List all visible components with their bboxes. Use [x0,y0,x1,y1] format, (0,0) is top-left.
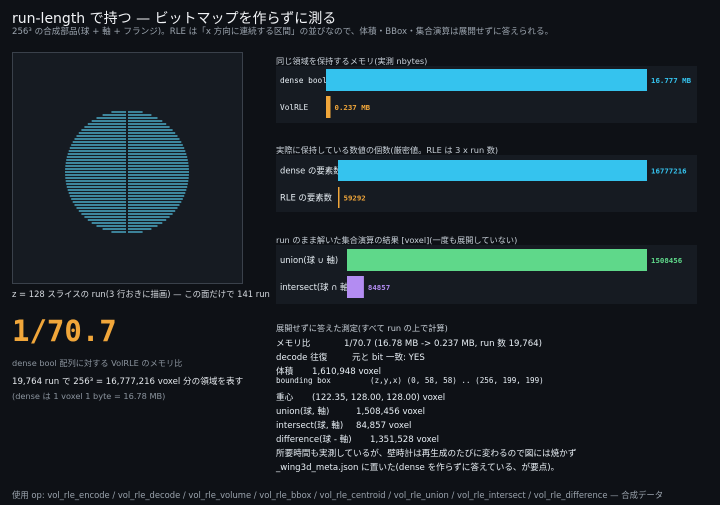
measurements-title: 展開せずに答えた測定(すべて run の上で計算) [276,323,448,333]
memory-chart-svg: dense bool 16.777 MB VolRLE 0.237 MB [280,69,692,118]
measurement-key: メモリ比 [276,339,311,349]
bar-value-label: 16.777 MB [651,76,692,85]
bar [326,96,331,118]
bar [338,187,340,208]
measurement-key: intersect(球, 軸) [276,421,344,431]
measurement-row: メモリ比 1/70.7 (16.78 MB -> 0.237 MB, run 数 … [276,337,542,349]
measurement-key: difference(球 - 軸) [276,435,352,445]
slice-run-view [12,52,243,284]
measurement-row: intersect(球, 軸) 84,857 voxel [276,419,411,431]
measurements-note: _wing3d_meta.json に置いた(dense を作らずに答えている、… [276,463,560,473]
measurement-key: union(球, 軸) [276,407,330,417]
memory-ratio-value: 1/70.7 [12,314,117,348]
measurements-note: 所要時間も実測しているが、壁時計は再生成のたびに変わるので図には焼かず [276,449,577,459]
measurement-key: decode 往復 [276,353,328,363]
bar-category-label: dense の要素数 [280,166,342,176]
footer-ops: 使用 op: vol_rle_encode / vol_rle_decode /… [12,490,664,500]
bar-category-label: intersect(球 ∩ 軸) [280,282,352,292]
measurement-row: union(球, 軸) 1,508,456 voxel [276,405,425,417]
set-ops-chart: union(球 ∪ 軸) 1508456 intersect(球 ∩ 軸) 84857 [276,245,697,304]
measurement-key: bounding box [276,376,331,385]
bar [347,249,647,271]
bar-category-label: RLE の要素数 [280,193,333,203]
memory-ratio-note: (dense は 1 voxel 1 byte = 16.78 MB) [12,391,166,401]
memory-ratio-detail: 19,764 run で 256³ = 16,777,216 voxel 分の領… [12,377,244,387]
memory-chart: dense bool 16.777 MB VolRLE 0.237 MB [276,66,697,123]
bar-category-label: VolRLE [280,103,308,112]
measurement-value: 1,351,528 voxel [370,435,440,445]
bar [326,69,647,91]
measurement-row: 重心 (122.35, 128.00, 128.00) voxel [276,391,445,403]
measurement-row: decode 往復 元と bit 一致: YES [276,351,425,363]
set-ops-chart-svg: union(球 ∪ 軸) 1508456 intersect(球 ∩ 軸) 84857 [280,249,683,298]
page-subtitle: 256³ の合成部品(球 + 軸 + フランジ)。RLE は「x 方向に連続する… [12,27,554,37]
bar-category-label: dense bool [280,76,327,85]
measurement-value: 1/70.7 (16.78 MB -> 0.237 MB, run 数 19,7… [344,339,543,349]
slice-caption: z = 128 スライスの run(3 行おきに描画) — この面だけで 141… [12,289,270,299]
measurement-row: difference(球 - 軸) 1,351,528 voxel [276,433,439,445]
element-count-chart: dense の要素数 16777216 RLE の要素数 59292 [276,155,697,212]
measurement-value: (122.35, 128.00, 128.00) voxel [312,393,446,403]
bar-value-label: 0.237 MB [335,103,371,112]
bar [347,276,364,298]
slice-run-plot [65,111,189,233]
bar-value-label: 59292 [344,194,366,203]
measurement-value: (z,y,x) (0, 58, 58) .. (256, 199, 199) [370,376,544,385]
element-count-chart-svg: dense の要素数 16777216 RLE の要素数 59292 [280,160,687,208]
measurement-key: 重心 [276,393,294,403]
measurement-value: 1,508,456 voxel [356,407,426,417]
bar-value-label: 1508456 [651,256,683,265]
bar [338,160,647,181]
measurement-row: bounding box (z,y,x) (0, 58, 58) .. (256,… [276,376,544,385]
measurement-value: 元と bit 一致: YES [352,353,425,363]
bar-category-label: union(球 ∪ 軸) [280,255,338,265]
bar-value-label: 84857 [368,283,390,292]
memory-ratio-label: dense bool 配列に対する VolRLE のメモリ比 [12,358,183,368]
bar-value-label: 16777216 [651,167,687,176]
measurement-value: 84,857 voxel [356,421,412,431]
